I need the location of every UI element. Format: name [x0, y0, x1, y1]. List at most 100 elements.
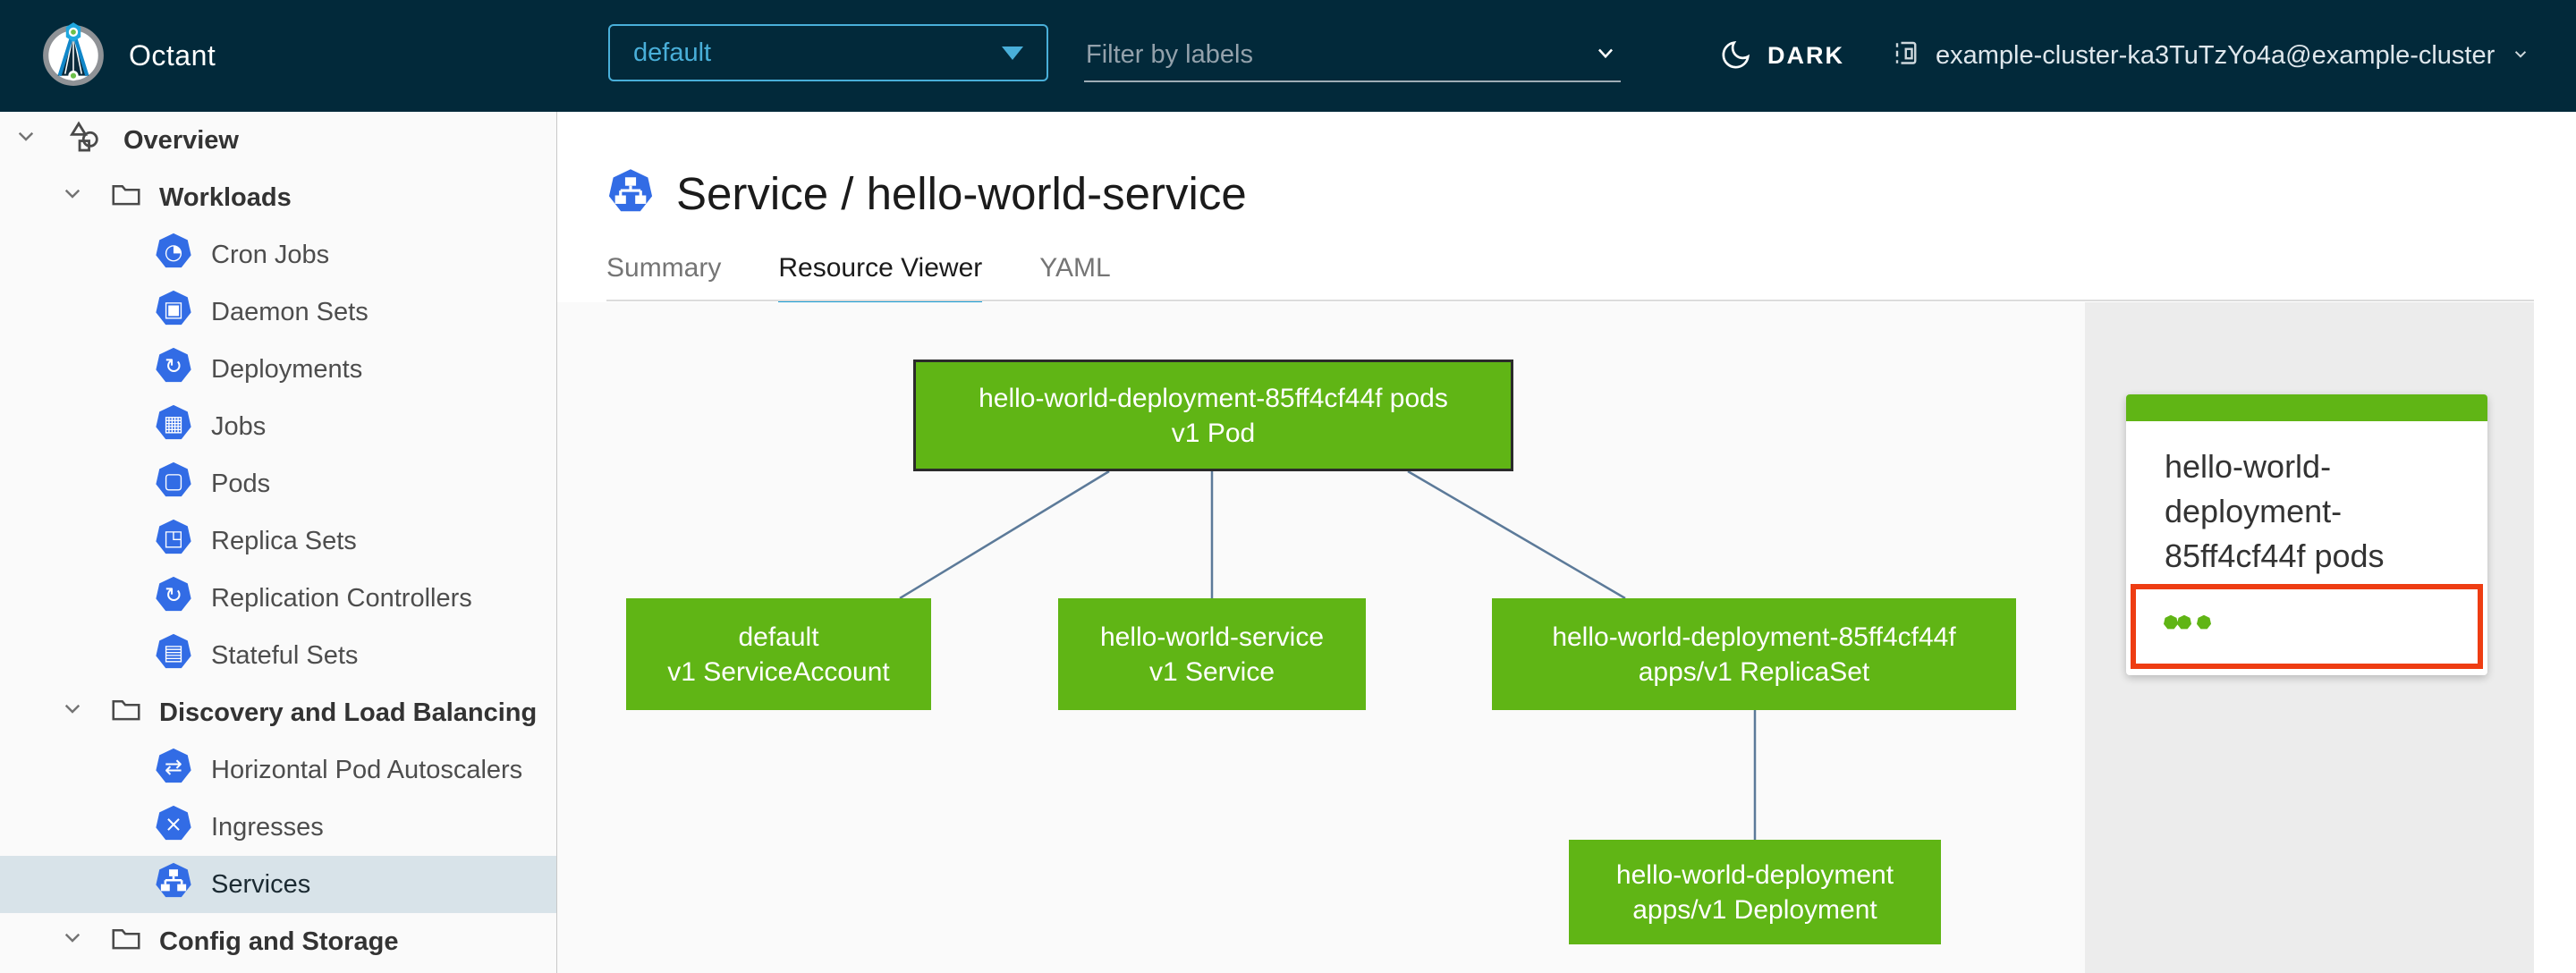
svg-text:↻: ↻ — [165, 353, 182, 378]
node-name: hello-world-deployment-85ff4cf44f pods — [979, 383, 1448, 413]
sidebar-item-daemon-sets[interactable]: ▣ Daemon Sets — [0, 283, 556, 341]
folder-icon — [109, 692, 143, 733]
svg-text:▣: ▣ — [164, 296, 184, 321]
tab-summary[interactable]: Summary — [606, 253, 721, 307]
chevron-down-icon[interactable] — [11, 122, 41, 159]
sidebar-item-deployments[interactable]: ↻ Deployments — [0, 341, 556, 398]
svg-text:▤: ▤ — [164, 639, 184, 664]
octant-logo-icon — [39, 20, 107, 92]
sidebar-item-cron-jobs[interactable]: ◔ Cron Jobs — [0, 226, 556, 283]
svg-text:◔: ◔ — [165, 239, 183, 264]
chevron-down-icon[interactable] — [57, 694, 88, 732]
chevron-down-icon[interactable] — [57, 179, 88, 216]
sidebar-item-label: Workloads — [159, 182, 292, 212]
folder-icon — [109, 921, 143, 962]
sidebar-item-label: Replica Sets — [211, 526, 357, 555]
sidebar-item-discovery-and-load-balancing[interactable]: Discovery and Load Balancing — [0, 684, 556, 741]
graph-node-pod[interactable]: hello-world-deployment-85ff4cf44f pods v… — [913, 360, 1513, 471]
sidebar-item-label: Ingresses — [211, 812, 324, 842]
stateful-sets-icon: ▤ — [154, 632, 193, 679]
sidebar-item-pods[interactable]: ▢ Pods — [0, 455, 556, 512]
ingresses-icon: × — [154, 804, 193, 850]
context-name: example-cluster-ka3TuTzYo4a@example-clus… — [1936, 41, 2496, 70]
sidebar-item-label: Pods — [211, 469, 271, 498]
tab-bar-divider — [606, 300, 2534, 301]
resource-viewer-canvas: hello-world-deployment-85ff4cf44f pods v… — [557, 302, 2534, 973]
context-selector[interactable]: example-cluster-ka3TuTzYo4a@example-clus… — [1889, 0, 2532, 112]
replication-controllers-icon: ↻ — [154, 575, 193, 622]
service-icon — [606, 167, 655, 220]
graph-node-deployment[interactable]: hello-world-deployment apps/v1 Deploymen… — [1569, 840, 1941, 944]
tab-bar: Summary Resource Viewer YAML — [606, 253, 1111, 307]
pod-detail-card[interactable]: hello-world-deployment-85ff4cf44f pods — [2126, 394, 2487, 675]
sidebar-item-overview[interactable]: Overview — [0, 112, 556, 169]
node-kind: apps/v1 Deployment — [1632, 894, 1877, 925]
pod-status-dots — [2163, 614, 2212, 630]
page-title-row: Service / hello-world-service — [606, 167, 1247, 220]
folder-icon — [109, 177, 143, 218]
sidebar-item-label: Horizontal Pod Autoscalers — [211, 755, 523, 784]
app-title: Octant — [129, 39, 216, 72]
sidebar-item-label: Stateful Sets — [211, 640, 359, 670]
svg-text:▦: ▦ — [164, 410, 184, 436]
sidebar-item-label: Daemon Sets — [211, 297, 369, 326]
sidebar-item-replica-sets[interactable]: ◳ Replica Sets — [0, 512, 556, 570]
graph-node-service[interactable]: hello-world-service v1 Service — [1058, 598, 1366, 710]
sidebar-item-workloads[interactable]: Workloads — [0, 169, 556, 226]
graph-node-serviceaccount[interactable]: default v1 ServiceAccount — [626, 598, 931, 710]
namespace-value: default — [633, 38, 712, 67]
sidebar-item-jobs[interactable]: ▦ Jobs — [0, 398, 556, 455]
svg-text:◳: ◳ — [164, 525, 184, 550]
card-status-bar — [2126, 394, 2487, 421]
detail-panel: hello-world-deployment-85ff4cf44f pods — [2085, 302, 2534, 973]
theme-toggle-label: DARK — [1767, 42, 1844, 69]
services-icon — [154, 861, 193, 908]
cron-jobs-icon: ◔ — [154, 232, 193, 278]
tab-resource-viewer[interactable]: Resource Viewer — [778, 253, 983, 307]
chevron-down-icon[interactable] — [1590, 38, 1621, 72]
pods-icon: ▢ — [154, 461, 193, 507]
tab-yaml[interactable]: YAML — [1039, 253, 1110, 307]
label-filter-input[interactable] — [1084, 38, 1590, 71]
jobs-icon: ▦ — [154, 403, 193, 450]
svg-text:▢: ▢ — [164, 468, 184, 493]
node-name: hello-world-service — [1099, 622, 1325, 652]
sidebar-item-ingresses[interactable]: × Ingresses — [0, 799, 556, 856]
daemon-sets-icon: ▣ — [154, 289, 193, 335]
page-title: Service / hello-world-service — [676, 168, 1247, 219]
app-header: Octant default DARK example-cluster-ka3T… — [0, 0, 2576, 112]
sidebar-item-label: Cron Jobs — [211, 240, 330, 269]
namespace-dropdown[interactable]: default — [608, 24, 1048, 81]
node-kind: v1 Pod — [1171, 418, 1256, 448]
hpa-icon: ⇄ — [154, 747, 193, 793]
overview-objects-icon — [66, 118, 104, 163]
node-kind: v1 ServiceAccount — [667, 656, 890, 687]
dropdown-caret-icon — [1002, 46, 1023, 60]
brand: Octant — [39, 9, 216, 103]
graph-node-replicaset[interactable]: hello-world-deployment-85ff4cf44f apps/v… — [1492, 598, 2016, 710]
node-kind: apps/v1 ReplicaSet — [1638, 656, 1870, 687]
node-name: default — [738, 622, 819, 652]
node-name: hello-world-deployment — [1615, 859, 1894, 890]
sidebar-item-replication-controllers[interactable]: ↻ Replication Controllers — [0, 570, 556, 627]
chevron-down-icon[interactable] — [57, 923, 88, 960]
pod-status-highlight[interactable] — [2131, 584, 2483, 669]
sidebar-item-horizontal-pod-autoscalers[interactable]: ⇄ Horizontal Pod Autoscalers — [0, 741, 556, 799]
replica-sets-icon: ◳ — [154, 518, 193, 564]
label-filter — [1084, 29, 1621, 82]
cluster-icon — [1889, 38, 1921, 74]
pod-status-dot — [2176, 614, 2192, 630]
node-name: hello-world-deployment-85ff4cf44f — [1552, 622, 1956, 652]
sidebar-item-label: Config and Storage — [159, 926, 399, 956]
sidebar-item-services[interactable]: Services — [0, 856, 556, 913]
theme-toggle-button[interactable]: DARK — [1721, 0, 1844, 112]
chevron-down-icon — [2509, 42, 2532, 70]
sidebar-item-stateful-sets[interactable]: ▤ Stateful Sets — [0, 627, 556, 684]
sidebar-nav: Overview Workloads ◔ Cron Jobs ▣ Daemon … — [0, 112, 557, 973]
deployments-icon: ↻ — [154, 346, 193, 393]
sidebar-item-label: Overview — [123, 125, 239, 155]
main-content: Service / hello-world-service Summary Re… — [557, 112, 2576, 973]
sidebar-item-label: Services — [211, 869, 311, 899]
sidebar-item-config-and-storage[interactable]: Config and Storage — [0, 913, 556, 970]
sidebar-item-label: Deployments — [211, 354, 363, 384]
